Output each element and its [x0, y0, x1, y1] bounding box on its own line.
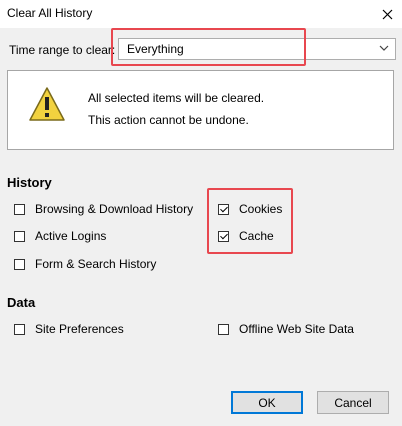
checkbox-box[interactable]: [14, 230, 25, 242]
history-heading: History: [7, 175, 52, 190]
window-title: Clear All History: [7, 6, 93, 20]
checkbox-active-logins[interactable]: Active Logins: [14, 229, 106, 243]
checkbox-label: Browsing & Download History: [35, 202, 194, 216]
checkbox-box[interactable]: [14, 258, 25, 270]
warning-box: All selected items will be cleared. This…: [7, 70, 394, 150]
cookies-cache-highlight-box: [207, 188, 293, 254]
data-heading: Data: [7, 295, 36, 310]
checkbox-offline-web-site-data[interactable]: Offline Web Site Data: [218, 322, 354, 336]
checkbox-browsing-download-history[interactable]: Browsing & Download History: [14, 202, 193, 216]
close-icon: [382, 9, 392, 19]
time-range-label: Time range to clear:: [9, 43, 116, 57]
ok-button[interactable]: OK: [231, 391, 303, 414]
checkbox-box[interactable]: [218, 323, 229, 335]
cancel-button[interactable]: Cancel: [317, 391, 389, 414]
checkbox-form-search-history[interactable]: Form & Search History: [14, 257, 156, 271]
checkbox-box[interactable]: [14, 203, 25, 215]
warning-icon: [29, 87, 65, 121]
checkbox-site-preferences[interactable]: Site Preferences: [14, 322, 124, 336]
checkbox-box[interactable]: [14, 323, 25, 335]
checkbox-label: Site Preferences: [35, 322, 124, 336]
title-bar: Clear All History: [0, 0, 402, 28]
chevron-down-icon: [379, 45, 389, 51]
range-highlight-box: [111, 28, 306, 66]
close-button[interactable]: [372, 0, 402, 28]
warning-line-2: This action cannot be undone.: [88, 113, 249, 127]
checkbox-label: Offline Web Site Data: [239, 322, 354, 336]
checkbox-label: Active Logins: [35, 229, 107, 243]
checkbox-label: Form & Search History: [35, 257, 157, 271]
warning-line-1: All selected items will be cleared.: [88, 91, 265, 105]
